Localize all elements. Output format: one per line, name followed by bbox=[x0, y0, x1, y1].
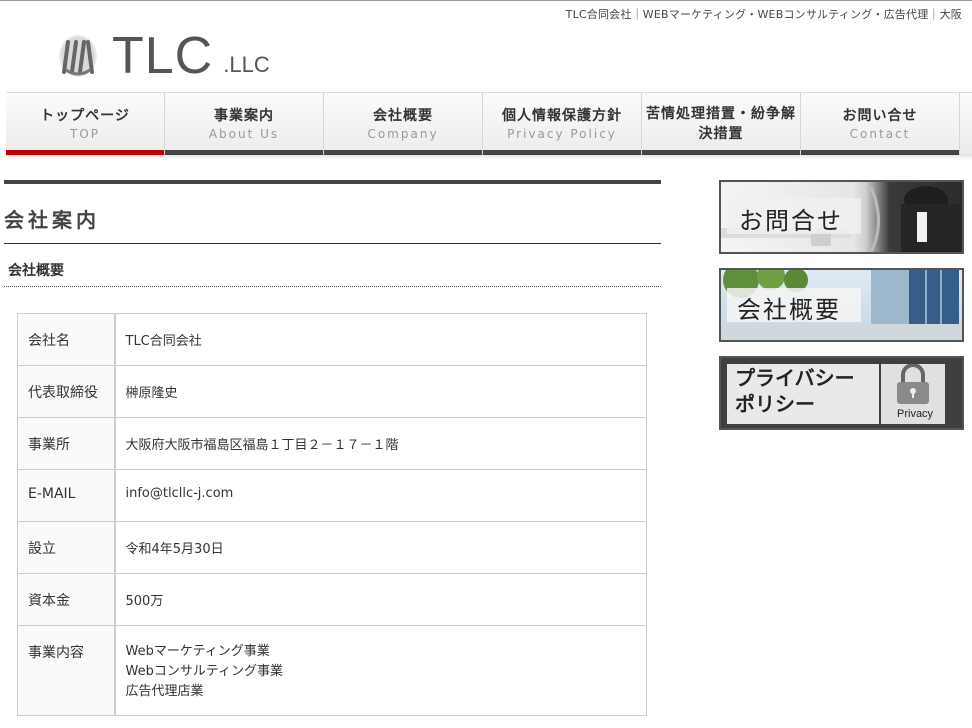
row-value: 500万 bbox=[114, 573, 647, 626]
table-row: 会社名 TLC合同会社 bbox=[17, 313, 647, 366]
table-row: 設立 令和4年5月30日 bbox=[17, 521, 647, 574]
table-row: 事業所 大阪府大阪市福島区福島１丁目２－１７－１階 bbox=[17, 417, 647, 470]
row-value: 榊原隆史 bbox=[114, 365, 647, 418]
nav-label-en: Contact bbox=[849, 127, 911, 141]
banner-label: お問合せ bbox=[739, 207, 843, 235]
row-key: 会社名 bbox=[17, 313, 116, 366]
business-line: Webマーケティング事業 bbox=[125, 644, 270, 659]
table-row: 代表取締役 榊原隆史 bbox=[17, 365, 647, 418]
logo-suffix: .LLC bbox=[223, 52, 270, 77]
nav-item-about-us[interactable]: 事業案内 About Us bbox=[165, 93, 324, 155]
company-banner[interactable]: 会社概要 bbox=[719, 268, 964, 342]
row-key: 事業所 bbox=[17, 417, 116, 470]
nav-label-jp: お問い合せ bbox=[842, 108, 918, 124]
logo-text: TLC bbox=[112, 27, 214, 85]
table-row: 事業内容 Webマーケティング事業 Webコンサルティング事業 広告代理店業 bbox=[17, 625, 647, 716]
row-key: 事業内容 bbox=[17, 625, 116, 716]
row-key: E-MAIL bbox=[17, 469, 116, 522]
company-info-table: 会社名 TLC合同会社 代表取締役 榊原隆史 事業所 大阪府大阪市福島区福島１丁… bbox=[17, 313, 647, 716]
nav-item-contact[interactable]: お問い合せ Contact bbox=[801, 93, 960, 155]
nav-label-en: Privacy Policy bbox=[507, 127, 617, 141]
business-line: 広告代理店業 bbox=[125, 684, 204, 699]
nav-label-jp: トップページ bbox=[40, 108, 130, 124]
table-row: E-MAIL info@tlcllc-j.com bbox=[17, 469, 647, 522]
nav-label-jp: 事業案内 bbox=[214, 108, 274, 124]
nav-label-jp: 会社概要 bbox=[373, 108, 433, 124]
main-content: 会社案内 会社概要 bbox=[4, 180, 661, 287]
row-key: 設立 bbox=[17, 521, 116, 574]
nav-label-en: Company bbox=[367, 127, 439, 141]
row-value: 令和4年5月30日 bbox=[114, 521, 647, 574]
banner-label-line1: プライバシー bbox=[735, 366, 855, 390]
site-logo[interactable]: TLC .LLC bbox=[58, 26, 270, 82]
email-value[interactable]: info@tlcllc-j.com bbox=[114, 469, 647, 522]
privacy-policy-banner[interactable]: プライバシー ポリシー Privacy bbox=[719, 356, 964, 430]
nav-label-en: TOP bbox=[69, 127, 100, 141]
logo-mark-icon bbox=[59, 35, 97, 77]
contact-banner[interactable]: お問合せ bbox=[719, 180, 964, 254]
nav-item-top[interactable]: トップページ TOP bbox=[6, 93, 165, 155]
row-key: 代表取締役 bbox=[17, 365, 116, 418]
nav-item-privacy-policy[interactable]: 個人情報保護方針 Privacy Policy bbox=[483, 93, 642, 155]
section-subheading: 会社概要 bbox=[4, 244, 661, 287]
site-tagline: TLC合同会社｜WEBマーケティング・WEBコンサルティング・広告代理｜大阪 bbox=[565, 8, 962, 21]
banner-label-line2: ポリシー bbox=[735, 392, 815, 416]
table-row: 資本金 500万 bbox=[17, 573, 647, 626]
nav-shadow bbox=[6, 154, 972, 160]
lock-icon bbox=[897, 364, 929, 404]
top-rule bbox=[0, 0, 972, 1]
row-value: 大阪府大阪市福島区福島１丁目２－１７－１階 bbox=[114, 417, 647, 470]
sidebar: お問合せ 会社概要 プライバシー ポリシー Privacy bbox=[719, 180, 964, 444]
row-value: Webマーケティング事業 Webコンサルティング事業 広告代理店業 bbox=[114, 625, 647, 716]
page-title: 会社案内 bbox=[4, 184, 661, 244]
nav-label-jp: 苦情処理措置・紛争解決措置 bbox=[646, 106, 796, 142]
privacy-badge: Privacy bbox=[897, 408, 934, 420]
row-key: 資本金 bbox=[17, 573, 116, 626]
main-nav: トップページ TOP 事業案内 About Us 会社概要 Company 個人… bbox=[6, 92, 972, 155]
business-line: Webコンサルティング事業 bbox=[125, 664, 284, 679]
nav-label-jp: 個人情報保護方針 bbox=[502, 108, 622, 124]
nav-label-en: About Us bbox=[208, 127, 280, 141]
banner-label: 会社概要 bbox=[737, 296, 841, 324]
nav-item-company[interactable]: 会社概要 Company bbox=[324, 93, 483, 155]
row-value: TLC合同会社 bbox=[114, 313, 647, 366]
nav-item-complaints[interactable]: 苦情処理措置・紛争解決措置 bbox=[642, 93, 801, 155]
